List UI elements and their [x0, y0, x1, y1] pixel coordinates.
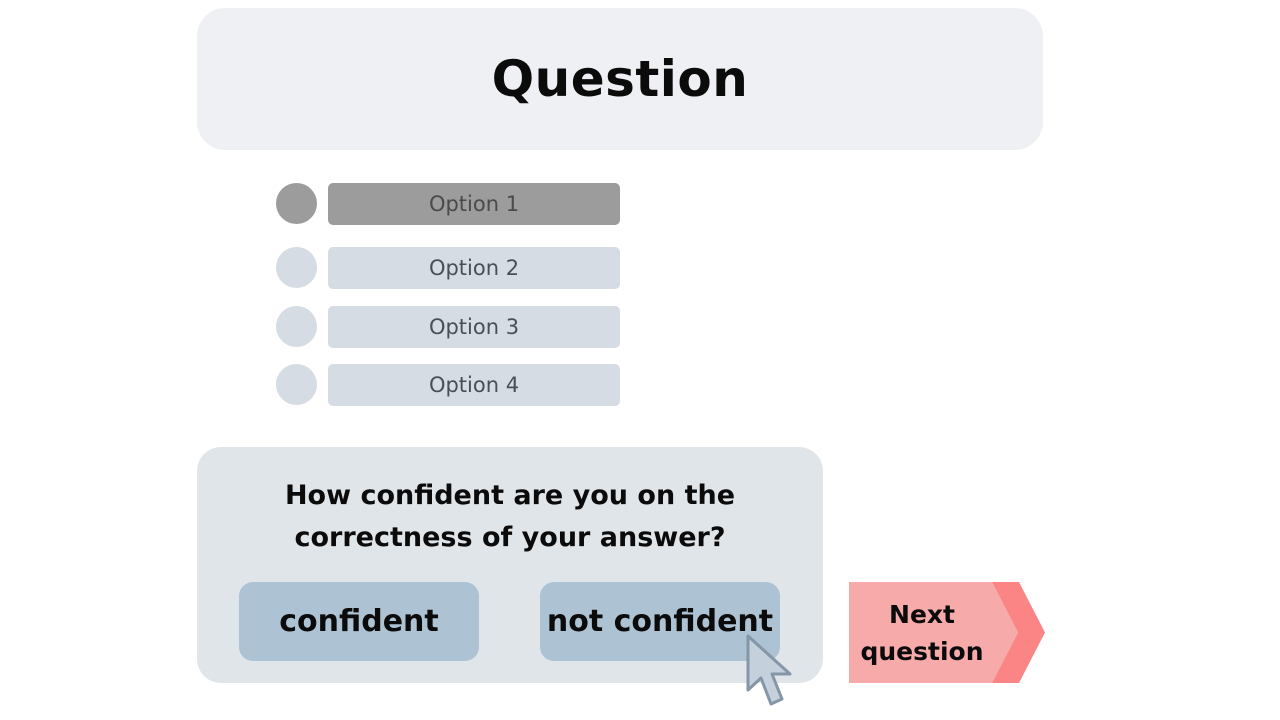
confidence-prompt-line-1: How confident are you on the: [284, 480, 736, 511]
option-1-radio[interactable]: [276, 183, 317, 224]
option-2-label[interactable]: Option 2: [328, 247, 620, 289]
quiz-screen: Question Option 1 Option 2 Option 3 Opti…: [0, 0, 1280, 720]
next-label-line-2: question: [860, 637, 984, 666]
option-4-label[interactable]: Option 4: [328, 364, 620, 406]
mouse-pointer-icon: [746, 634, 792, 706]
option-1-label[interactable]: Option 1: [328, 183, 620, 225]
next-label-line-1: Next: [889, 600, 955, 629]
question-card: Question: [197, 8, 1043, 150]
option-row-3[interactable]: Option 3: [276, 306, 621, 348]
confident-button[interactable]: confident: [239, 582, 479, 661]
confidence-panel: How confident are you on the correctness…: [197, 447, 823, 683]
option-2-radio[interactable]: [276, 247, 317, 288]
confidence-prompt: How confident are you on the correctness…: [197, 475, 823, 559]
option-row-4[interactable]: Option 4: [276, 364, 621, 406]
option-row-1[interactable]: Option 1: [276, 183, 621, 225]
question-title: Question: [491, 50, 749, 108]
option-3-radio[interactable]: [276, 306, 317, 347]
option-row-2[interactable]: Option 2: [276, 247, 621, 289]
option-3-label[interactable]: Option 3: [328, 306, 620, 348]
next-question-label: Next question: [849, 596, 995, 670]
confidence-prompt-line-2: correctness of your answer?: [294, 522, 726, 553]
next-question-button[interactable]: Next question: [849, 582, 1045, 683]
option-4-radio[interactable]: [276, 364, 317, 405]
